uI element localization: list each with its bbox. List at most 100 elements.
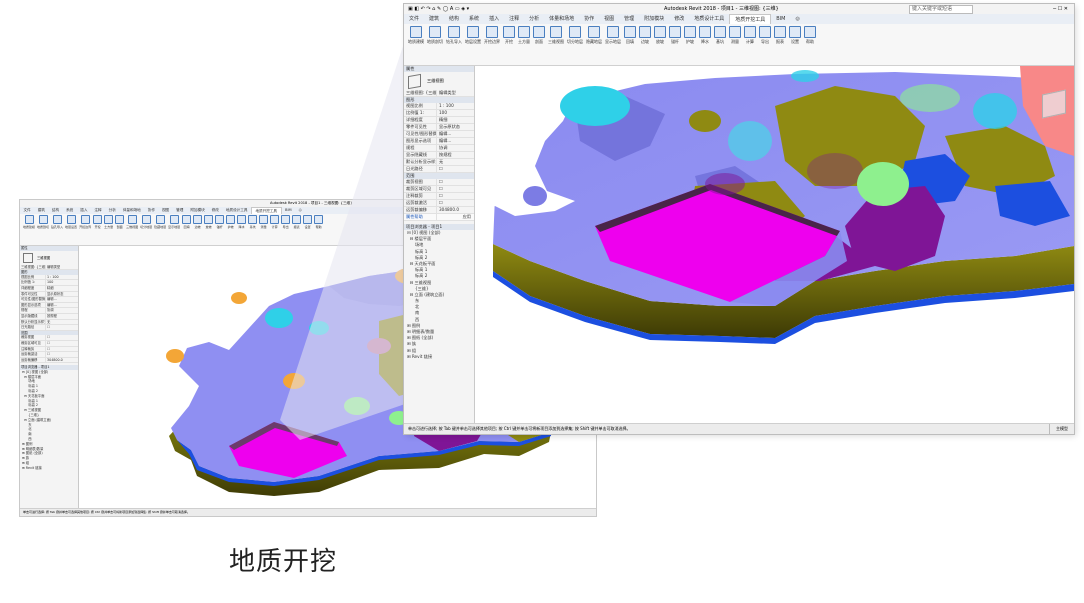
ribbon-tool-19[interactable]: 测量 (259, 215, 269, 244)
tab-3[interactable]: 系统 (464, 14, 484, 24)
tab-9[interactable]: 视图 (599, 14, 619, 24)
type-selector[interactable]: 三维视图 (404, 72, 474, 90)
property-row[interactable]: 比例值 1: 100 (404, 110, 474, 117)
ribbon-tool-12[interactable]: 回填 (182, 215, 192, 244)
tab-3[interactable]: 系统 (63, 207, 77, 214)
ribbon-tool-8[interactable]: 三维视图 (548, 26, 564, 63)
property-value[interactable]: ☐ (45, 335, 78, 340)
property-row[interactable]: 裁剪区域可见 ☐ (404, 186, 474, 193)
window-controls[interactable]: ─ ☐ ✕ (1053, 4, 1068, 14)
ribbon-tool-2[interactable]: 钻孔导入 (51, 215, 63, 244)
tab-1[interactable]: 建筑 (424, 14, 444, 24)
property-row[interactable]: 图形显示选项 编辑... (404, 138, 474, 145)
tab-0[interactable]: 文件 (20, 207, 34, 214)
tab-13[interactable]: 地质设计工具 (689, 14, 729, 24)
tab-5[interactable]: 注释 (91, 207, 105, 214)
ribbon-tool-4[interactable]: 开挖边界 (79, 215, 91, 244)
tab-10[interactable]: 管理 (619, 14, 639, 24)
tab-5[interactable]: 注释 (504, 14, 524, 24)
apply-button[interactable]: 应用 (436, 214, 474, 220)
tree-item[interactable]: ⊞ Revit 链接 (22, 466, 78, 471)
ribbon-tool-7[interactable]: 剖面 (115, 215, 125, 244)
ribbon-tool-16[interactable]: 护坡 (684, 26, 696, 63)
property-value[interactable]: 100 (436, 110, 474, 116)
tree-item[interactable]: ⊞ Revit 链接 (407, 354, 474, 360)
property-value[interactable]: ☐ (45, 325, 78, 330)
ribbon-tool-1[interactable]: 地质剖切 (37, 215, 49, 244)
property-value[interactable]: 显示原状态 (45, 291, 78, 297)
property-value[interactable]: ☐ (45, 346, 78, 352)
ribbon-tool-21[interactable]: 导出 (281, 215, 291, 244)
tab-2[interactable]: 结构 (444, 14, 464, 24)
properties-help-link[interactable]: 属性帮助 (404, 214, 436, 220)
ribbon-tool-23[interactable]: 设置 (789, 26, 801, 63)
property-row[interactable]: 可见性/图形替换 编辑... (404, 131, 474, 138)
ribbon-tool-14[interactable]: 放坡 (654, 26, 666, 63)
ribbon-tool-16[interactable]: 护坡 (226, 215, 236, 244)
ribbon-tool-21[interactable]: 导出 (759, 26, 771, 63)
property-value[interactable]: 协调 (436, 145, 474, 151)
ribbon-tool-22[interactable]: 报表 (774, 26, 786, 63)
viewcube-icon[interactable] (1042, 89, 1066, 119)
tab-8[interactable]: 协作 (579, 14, 599, 24)
view-selector[interactable]: 三维视图: {三维} 编辑类型 (404, 90, 474, 97)
ribbon-tool-1[interactable]: 地质剖切 (427, 26, 443, 63)
ribbon-tool-12[interactable]: 回填 (624, 26, 636, 63)
ribbon-tool-0[interactable]: 地质建模 (408, 26, 424, 63)
ribbon-tool-17[interactable]: 降水 (699, 26, 711, 63)
property-row[interactable]: 日光路径 ☐ (404, 166, 474, 173)
tab-11[interactable]: 附加模块 (639, 14, 669, 24)
tab-6[interactable]: 分析 (524, 14, 544, 24)
ribbon-tool-15[interactable]: 锚杆 (215, 215, 225, 244)
tab-4[interactable]: 插入 (77, 207, 91, 214)
ribbon-tool-8[interactable]: 三维视图 (126, 215, 138, 244)
tab-10[interactable]: 管理 (173, 207, 187, 214)
property-value[interactable]: 编辑... (436, 131, 474, 137)
quick-access-toolbar[interactable]: ▣ ◧ ↶ ↷ ⌂ ✎ ◯ A ▭ ◈ ▾ (408, 4, 469, 14)
ribbon-tool-13[interactable]: 边坡 (193, 215, 203, 244)
property-row[interactable]: 远剪裁激活 ☐ (404, 200, 474, 207)
property-row[interactable]: 注释裁剪 ☐ (404, 193, 474, 200)
property-value[interactable]: ☐ (436, 179, 474, 185)
ribbon-tool-6[interactable]: 土方量 (518, 26, 530, 63)
ribbon-tool-23[interactable]: 设置 (303, 215, 313, 244)
property-value[interactable]: ☐ (436, 166, 474, 172)
ribbon-tool-17[interactable]: 降水 (237, 215, 247, 244)
ribbon-tool-24[interactable]: 帮助 (314, 215, 324, 244)
ribbon-tool-9[interactable]: 切分地层 (567, 26, 583, 63)
property-value[interactable]: 无 (436, 159, 474, 165)
tab-8[interactable]: 协作 (144, 207, 158, 214)
property-value[interactable]: 1 : 100 (436, 103, 474, 109)
property-value[interactable]: ☐ (436, 186, 474, 192)
ribbon-tool-10[interactable]: 隐藏地层 (586, 26, 602, 63)
property-value[interactable]: 精细 (436, 117, 474, 123)
ribbon-tool-20[interactable]: 计算 (270, 215, 280, 244)
ribbon-tool-19[interactable]: 测量 (729, 26, 741, 63)
property-value[interactable]: 编辑... (45, 302, 78, 308)
ribbon-tool-5[interactable]: 开挖 (503, 26, 515, 63)
ribbon-tool-24[interactable]: 帮助 (804, 26, 816, 63)
property-value[interactable]: 无 (45, 319, 78, 325)
property-value[interactable]: ☐ (45, 352, 78, 357)
tab-7[interactable]: 体量和场地 (544, 14, 579, 24)
property-value[interactable]: ☐ (45, 340, 78, 346)
ribbon-tool-20[interactable]: 计算 (744, 26, 756, 63)
tab-12[interactable]: 修改 (208, 207, 222, 214)
ribbon-tool-3[interactable]: 地层设置 (465, 26, 481, 63)
tab-7[interactable]: 体量和场地 (119, 207, 144, 214)
property-row[interactable]: 详细程度 精细 (404, 117, 474, 124)
tab-16[interactable]: ◎ (295, 207, 305, 214)
tab-14[interactable]: 地质开挖工具 (250, 207, 282, 214)
tab-2[interactable]: 结构 (48, 207, 62, 214)
property-row[interactable]: 显示隐藏线 按规程 (404, 152, 474, 159)
tab-9[interactable]: 视图 (158, 207, 172, 214)
property-value[interactable]: ☐ (436, 200, 474, 206)
property-row[interactable]: 规程 协调 (404, 145, 474, 152)
ribbon-tool-0[interactable]: 地质建模 (23, 215, 35, 244)
property-row[interactable]: 视图比例 1 : 100 (404, 103, 474, 110)
property-row[interactable]: 远剪裁偏移 304800.0 (20, 357, 78, 364)
tab-14[interactable]: 地质开挖工具 (729, 14, 772, 24)
tab-4[interactable]: 插入 (484, 14, 504, 24)
ribbon-tool-5[interactable]: 开挖 (93, 215, 103, 244)
type-selector[interactable]: 三维视图 (20, 251, 78, 265)
